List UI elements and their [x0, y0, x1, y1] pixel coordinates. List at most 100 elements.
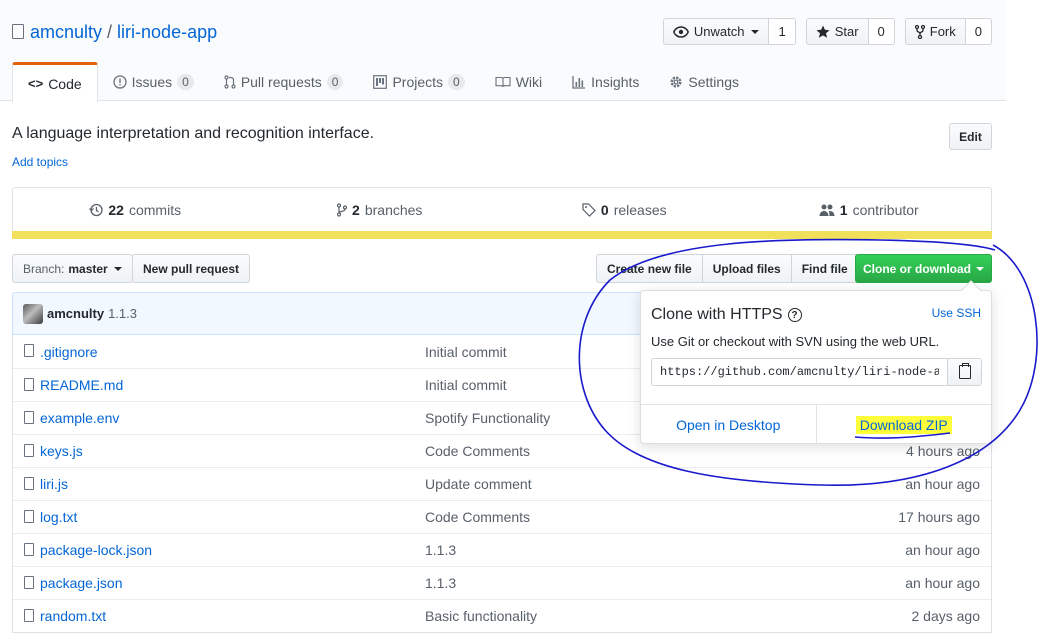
numbers-summary: 22 commits 2 branches 0 releases 1 contr… — [12, 187, 992, 232]
contributors-label: contributor — [852, 202, 919, 218]
file-commit-message[interactable]: 1.1.3 — [425, 575, 456, 591]
file-name[interactable]: log.txt — [40, 509, 77, 525]
file-commit-message[interactable]: Code Comments — [425, 509, 530, 525]
file-icon — [24, 543, 34, 556]
issues-counter: 0 — [177, 73, 194, 90]
file-commit-message[interactable]: Basic functionality — [425, 608, 537, 624]
tab-issues-label: Issues — [131, 73, 173, 90]
tab-pull-requests-label: Pull requests — [240, 73, 322, 90]
tab-insights-label: Insights — [591, 73, 640, 90]
file-name[interactable]: .gitignore — [40, 344, 98, 360]
file-name[interactable]: example.env — [40, 410, 119, 426]
file-commit-message[interactable]: 1.1.3 — [425, 542, 456, 558]
file-age: 2 days ago — [911, 608, 981, 624]
branch-value: master — [68, 261, 108, 276]
clone-url-input[interactable] — [651, 358, 948, 386]
repo-nav: <> Code Issues 0 Pull requests 0 Project… — [12, 62, 754, 102]
releases-link[interactable]: 0 releases — [502, 188, 747, 232]
file-icon — [24, 477, 34, 490]
file-commit-message[interactable]: Initial commit — [425, 377, 507, 393]
chevron-down-icon — [976, 266, 984, 271]
file-age: an hour ago — [905, 476, 980, 492]
tab-code[interactable]: <> Code — [12, 62, 98, 102]
popup-arrow — [961, 280, 981, 300]
tab-insights[interactable]: Insights — [557, 62, 654, 101]
file-name[interactable]: random.txt — [40, 608, 106, 624]
download-zip-button[interactable]: Download ZIP — [817, 405, 992, 444]
file-icon — [24, 510, 34, 523]
table-row: liri.js Update comment an hour ago — [13, 467, 991, 500]
tab-issues[interactable]: Issues 0 — [98, 62, 209, 101]
clone-popup-title: Clone with HTTPS ? — [651, 306, 802, 324]
watchers-count[interactable]: 1 — [769, 18, 796, 45]
commit-message[interactable]: 1.1.3 — [108, 306, 137, 321]
file-age: 4 hours ago — [906, 443, 980, 459]
branches-link[interactable]: 2 branches — [258, 188, 503, 232]
branches-label: branches — [364, 202, 423, 218]
branches-count: 2 — [352, 202, 360, 218]
edit-description-button[interactable]: Edit — [949, 123, 992, 150]
table-row: log.txt Code Comments 17 hours ago — [13, 500, 991, 533]
file-name[interactable]: README.md — [40, 377, 123, 393]
tab-settings[interactable]: Settings — [654, 62, 754, 101]
file-icon — [24, 411, 34, 424]
file-age: 17 hours ago — [898, 509, 980, 525]
fork-group: Fork 0 — [904, 18, 992, 45]
add-topics-link[interactable]: Add topics — [12, 155, 68, 169]
branch-select-button[interactable]: Branch: master — [12, 254, 133, 283]
branch-label: Branch: — [23, 261, 65, 276]
help-icon[interactable]: ? — [787, 308, 802, 322]
contributors-link[interactable]: 1 contributor — [747, 188, 992, 232]
forks-count[interactable]: 0 — [965, 18, 992, 45]
file-name[interactable]: package-lock.json — [40, 542, 152, 558]
repo-header: amcnulty / liri-node-app Unwatch 1 Star … — [0, 0, 1006, 102]
file-name[interactable]: liri.js — [40, 476, 68, 492]
path-separator: / — [107, 22, 113, 42]
file-commit-message[interactable]: Initial commit — [425, 344, 507, 360]
code-icon: <> — [28, 76, 44, 91]
repo-description: A language interpretation and recognitio… — [12, 125, 375, 142]
open-in-desktop-button[interactable]: Open in Desktop — [641, 405, 817, 444]
gear-icon — [670, 76, 682, 87]
clone-popup-subtitle: Use Git or checkout with SVN using the w… — [651, 334, 940, 349]
tab-code-label: Code — [48, 75, 82, 92]
create-new-file-button[interactable]: Create new file — [596, 254, 703, 283]
clone-or-download-button[interactable]: Clone or download — [855, 254, 992, 283]
find-file-button[interactable]: Find file — [790, 254, 859, 283]
file-age: an hour ago — [905, 575, 980, 591]
unwatch-button[interactable]: Unwatch — [662, 18, 770, 45]
file-name[interactable]: keys.js — [40, 443, 83, 459]
file-commit-message[interactable]: Code Comments — [425, 443, 530, 459]
watch-group: Unwatch 1 — [662, 18, 796, 45]
tab-projects[interactable]: Projects 0 — [358, 62, 479, 101]
chevron-down-icon — [751, 29, 760, 34]
file-icon — [24, 444, 34, 457]
use-ssh-link[interactable]: Use SSH — [932, 306, 981, 320]
tab-pull-requests[interactable]: Pull requests 0 — [209, 62, 359, 101]
people-icon — [819, 204, 835, 216]
repo-name-link[interactable]: liri-node-app — [117, 21, 217, 43]
repo-owner-link[interactable]: amcnulty — [30, 21, 102, 43]
star-button[interactable]: Star — [805, 18, 869, 45]
commit-author[interactable]: amcnulty — [47, 306, 104, 321]
tab-projects-label: Projects — [392, 73, 444, 90]
fork-button[interactable]: Fork — [904, 18, 966, 45]
graph-icon — [572, 75, 586, 89]
clone-title-text: Clone with HTTPS — [651, 306, 783, 323]
copy-url-button[interactable] — [947, 358, 982, 386]
chevron-down-icon — [113, 266, 122, 271]
tab-wiki[interactable]: Wiki — [480, 62, 557, 101]
new-pull-request-button[interactable]: New pull request — [132, 254, 251, 283]
table-row: package.json 1.1.3 an hour ago — [13, 566, 991, 599]
star-icon — [816, 25, 830, 38]
upload-files-button[interactable]: Upload files — [701, 254, 792, 283]
commits-link[interactable]: 22 commits — [13, 188, 258, 232]
language-bar[interactable] — [12, 231, 992, 239]
table-row: package-lock.json 1.1.3 an hour ago — [13, 533, 991, 566]
unwatch-label: Unwatch — [693, 24, 745, 39]
stars-count[interactable]: 0 — [868, 18, 895, 45]
avatar[interactable] — [23, 303, 43, 324]
file-name[interactable]: package.json — [40, 575, 123, 591]
file-commit-message[interactable]: Update comment — [425, 476, 532, 492]
file-commit-message[interactable]: Spotify Functionality — [425, 410, 550, 426]
